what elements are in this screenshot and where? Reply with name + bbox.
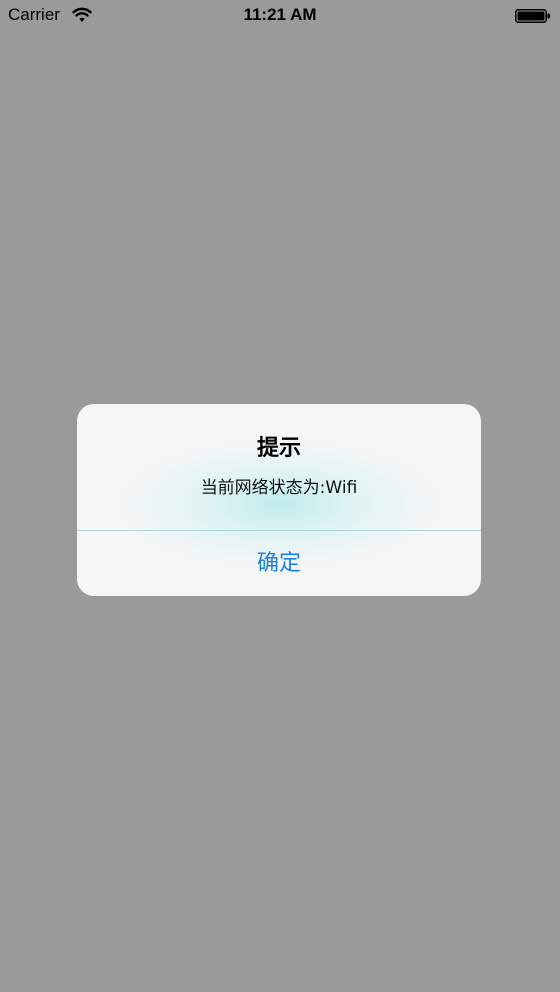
alert-message: 当前网络状态为:Wifi: [200, 478, 358, 498]
alert-title: 提示: [256, 436, 301, 461]
confirm-button[interactable]: 确定: [77, 531, 481, 596]
alert-dialog: 提示 当前网络状态为:Wifi 确定: [77, 404, 481, 596]
battery-icon: [515, 8, 551, 23]
status-bar: Carrier 11:21 AM: [0, 0, 560, 32]
alert-body: 提示 当前网络状态为:Wifi: [77, 404, 481, 530]
status-time: 11:21 AM: [243, 5, 317, 24]
